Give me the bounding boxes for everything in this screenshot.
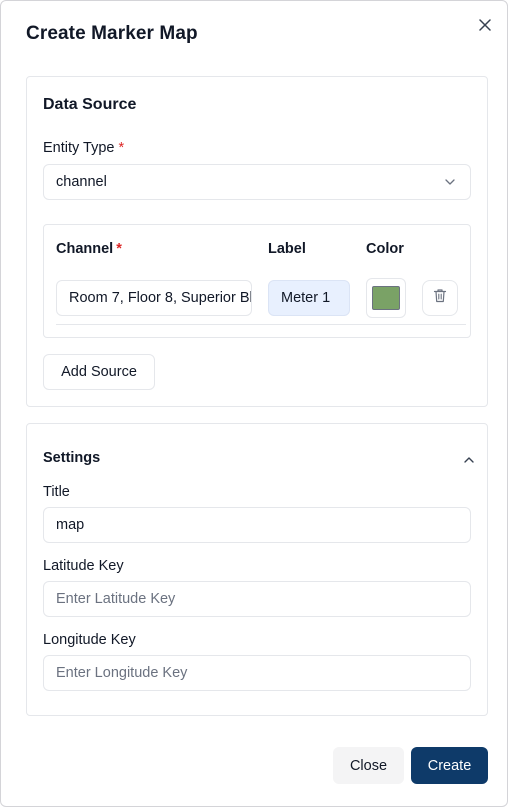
channel-column-header: Channel * bbox=[56, 241, 122, 257]
data-source-title: Data Source bbox=[43, 96, 137, 113]
settings-panel: Settings Title Latitude Key Longitude Ke… bbox=[26, 423, 488, 716]
title-field[interactable] bbox=[43, 507, 471, 543]
channel-header-text: Channel bbox=[56, 241, 114, 257]
entity-type-value: channel bbox=[56, 174, 107, 190]
label-input[interactable]: Meter 1 bbox=[268, 280, 350, 316]
latitude-key-input[interactable] bbox=[56, 591, 458, 607]
dialog-title: Create Marker Map bbox=[26, 23, 198, 44]
longitude-key-label: Longitude Key bbox=[43, 632, 136, 648]
label-column-header: Label bbox=[268, 241, 306, 257]
chevron-down-icon bbox=[444, 176, 456, 192]
entity-type-select[interactable]: channel bbox=[43, 164, 471, 200]
chevron-up-icon[interactable] bbox=[461, 452, 477, 468]
longitude-key-field[interactable] bbox=[43, 655, 471, 691]
title-input[interactable] bbox=[56, 517, 458, 533]
latitude-key-label: Latitude Key bbox=[43, 558, 124, 574]
delete-row-button[interactable] bbox=[422, 280, 458, 316]
color-swatch bbox=[372, 286, 400, 310]
create-marker-map-dialog: Create Marker Map Data Source Entity Typ… bbox=[0, 0, 508, 807]
entity-type-label: Entity Type * bbox=[43, 140, 124, 156]
color-picker[interactable] bbox=[366, 278, 406, 318]
add-source-button[interactable]: Add Source bbox=[43, 354, 155, 390]
entity-type-label-text: Entity Type bbox=[43, 140, 115, 156]
color-column-header: Color bbox=[366, 241, 404, 257]
sources-table: Channel * Label Color Room 7, Floor 8, Su… bbox=[43, 224, 471, 338]
trash-icon bbox=[433, 288, 447, 308]
data-source-panel: Data Source Entity Type * channel Channel… bbox=[26, 76, 488, 407]
longitude-key-input[interactable] bbox=[56, 665, 458, 681]
row-divider bbox=[56, 324, 466, 325]
title-label: Title bbox=[43, 484, 70, 500]
settings-title: Settings bbox=[43, 450, 101, 466]
close-icon[interactable] bbox=[475, 15, 495, 35]
create-button[interactable]: Create bbox=[411, 747, 488, 784]
required-marker: * bbox=[118, 140, 125, 156]
required-marker: * bbox=[116, 241, 122, 257]
channel-select[interactable]: Room 7, Floor 8, Superior Bl bbox=[56, 280, 252, 316]
latitude-key-field[interactable] bbox=[43, 581, 471, 617]
close-button[interactable]: Close bbox=[333, 747, 404, 784]
